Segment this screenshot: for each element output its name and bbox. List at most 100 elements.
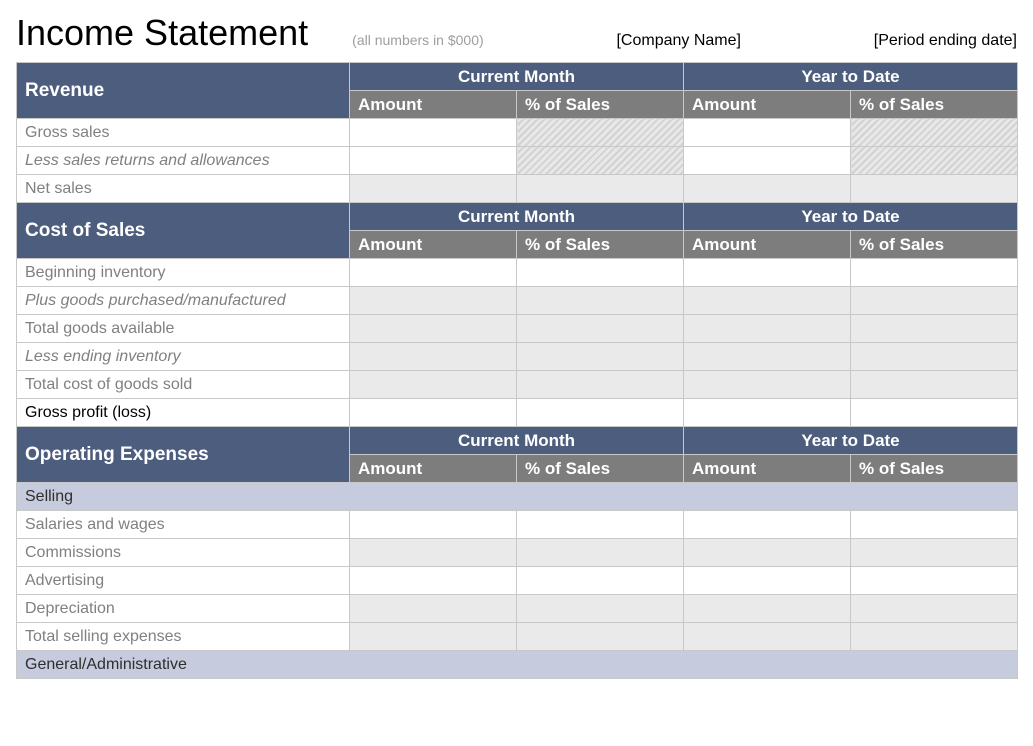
section-header-cost-of-sales: Cost of Sales Current Month Year to Date <box>17 203 1018 231</box>
cell <box>684 315 851 343</box>
row-less-sales-returns: Less sales returns and allowances <box>17 147 1018 175</box>
period-ending-placeholder: [Period ending date] <box>874 32 1017 50</box>
section-title-cost-of-sales: Cost of Sales <box>17 203 350 259</box>
cell <box>851 315 1018 343</box>
income-statement-table: Revenue Current Month Year to Date Amoun… <box>16 62 1018 679</box>
subtitle-note: (all numbers in $000) <box>352 32 484 48</box>
label: Commissions <box>17 539 350 567</box>
cell[interactable] <box>684 343 851 371</box>
cell <box>517 119 684 147</box>
cell <box>517 623 684 651</box>
label: Beginning inventory <box>17 259 350 287</box>
col-header-current-month: Current Month <box>350 427 684 455</box>
col-header-current-month: Current Month <box>350 63 684 91</box>
cell[interactable] <box>851 595 1018 623</box>
cell[interactable] <box>350 287 517 315</box>
cell[interactable] <box>350 511 517 539</box>
col-pct-cm: % of Sales <box>517 455 684 483</box>
cell[interactable] <box>851 287 1018 315</box>
label: Total goods available <box>17 315 350 343</box>
cell[interactable] <box>684 539 851 567</box>
col-amount-cm: Amount <box>350 91 517 119</box>
cell[interactable] <box>350 119 517 147</box>
label: Gross profit (loss) <box>17 399 350 427</box>
cell <box>350 175 517 203</box>
col-header-year-to-date: Year to Date <box>684 427 1018 455</box>
cell <box>851 371 1018 399</box>
label: Total cost of goods sold <box>17 371 350 399</box>
cell[interactable] <box>517 595 684 623</box>
section-header-revenue: Revenue Current Month Year to Date <box>17 63 1018 91</box>
cell <box>851 623 1018 651</box>
cell[interactable] <box>350 595 517 623</box>
section-title-operating-expenses: Operating Expenses <box>17 427 350 483</box>
cell <box>517 315 684 343</box>
cell <box>851 175 1018 203</box>
label: Less sales returns and allowances <box>17 147 350 175</box>
row-less-ending-inventory: Less ending inventory <box>17 343 1018 371</box>
cell[interactable] <box>851 567 1018 595</box>
col-pct-ytd: % of Sales <box>851 455 1018 483</box>
cell[interactable] <box>851 343 1018 371</box>
cell <box>350 623 517 651</box>
col-amount-ytd: Amount <box>684 455 851 483</box>
cell <box>350 315 517 343</box>
cell[interactable] <box>684 595 851 623</box>
company-name-placeholder: [Company Name] <box>616 32 741 50</box>
label: Net sales <box>17 175 350 203</box>
cell[interactable] <box>684 259 851 287</box>
col-header-year-to-date: Year to Date <box>684 203 1018 231</box>
label: Advertising <box>17 567 350 595</box>
cell <box>684 175 851 203</box>
row-total-cost-of-goods-sold: Total cost of goods sold <box>17 371 1018 399</box>
cell <box>350 371 517 399</box>
cell[interactable] <box>517 259 684 287</box>
row-commissions: Commissions <box>17 539 1018 567</box>
cell[interactable] <box>517 567 684 595</box>
row-depreciation: Depreciation <box>17 595 1018 623</box>
cell <box>684 399 851 427</box>
cell[interactable] <box>517 539 684 567</box>
section-title-revenue: Revenue <box>17 63 350 119</box>
page-title: Income Statement <box>16 12 308 54</box>
cell <box>517 371 684 399</box>
cell[interactable] <box>350 567 517 595</box>
cell[interactable] <box>350 343 517 371</box>
cell[interactable] <box>851 539 1018 567</box>
row-salaries-wages: Salaries and wages <box>17 511 1018 539</box>
subsection-general-administrative: General/Administrative <box>17 651 1018 679</box>
document-header: Income Statement (all numbers in $000) [… <box>16 12 1017 54</box>
cell <box>517 399 684 427</box>
subsection-selling: Selling <box>17 483 1018 511</box>
cell[interactable] <box>684 567 851 595</box>
col-pct-cm: % of Sales <box>517 231 684 259</box>
cell[interactable] <box>684 287 851 315</box>
col-header-year-to-date: Year to Date <box>684 63 1018 91</box>
cell[interactable] <box>851 511 1018 539</box>
cell[interactable] <box>350 539 517 567</box>
cell[interactable] <box>350 147 517 175</box>
col-amount-cm: Amount <box>350 455 517 483</box>
col-amount-ytd: Amount <box>684 231 851 259</box>
cell[interactable] <box>517 511 684 539</box>
cell[interactable] <box>350 259 517 287</box>
subsection-title: Selling <box>17 483 1018 511</box>
col-pct-ytd: % of Sales <box>851 231 1018 259</box>
cell[interactable] <box>684 511 851 539</box>
cell <box>517 175 684 203</box>
cell[interactable] <box>684 147 851 175</box>
cell[interactable] <box>517 287 684 315</box>
cell[interactable] <box>684 119 851 147</box>
label: Depreciation <box>17 595 350 623</box>
section-header-operating-expenses: Operating Expenses Current Month Year to… <box>17 427 1018 455</box>
row-plus-goods-purchased: Plus goods purchased/manufactured <box>17 287 1018 315</box>
cell <box>350 399 517 427</box>
cell <box>851 399 1018 427</box>
cell[interactable] <box>517 343 684 371</box>
cell[interactable] <box>851 259 1018 287</box>
row-gross-profit-loss: Gross profit (loss) <box>17 399 1018 427</box>
label: Total selling expenses <box>17 623 350 651</box>
row-gross-sales: Gross sales <box>17 119 1018 147</box>
label: Plus goods purchased/manufactured <box>17 287 350 315</box>
col-pct-ytd: % of Sales <box>851 91 1018 119</box>
